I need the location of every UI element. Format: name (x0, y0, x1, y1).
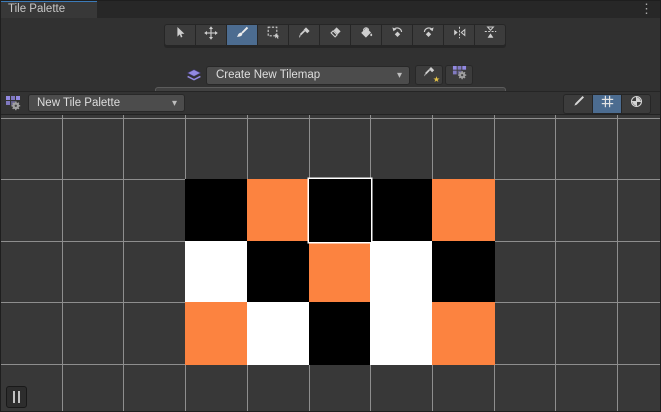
rotate-ccw-tool-button[interactable] (382, 25, 412, 45)
palette-tile-white[interactable] (370, 302, 433, 365)
active-tilemap-value: Create New Tilemap (216, 69, 320, 81)
pick-new-tile-button[interactable]: ★ (415, 65, 443, 85)
grid-line-vertical (617, 115, 618, 412)
palette-view-buttons (563, 94, 651, 114)
grid-line-horizontal (0, 118, 661, 119)
grid-line-vertical (123, 115, 124, 412)
paint-tools-row (164, 24, 506, 48)
brush-icon (236, 26, 249, 44)
chevron-down-icon: ▾ (172, 95, 177, 112)
tile-grid-icon (452, 65, 467, 85)
palette-zoom-handle[interactable] (6, 386, 27, 408)
flip-x-tool-button[interactable] (444, 25, 474, 45)
palette-tile-black[interactable] (309, 302, 372, 365)
move-tool-button[interactable] (196, 25, 226, 45)
grid-line-vertical (62, 115, 63, 412)
palette-tile-orange[interactable] (309, 241, 372, 304)
tab-bar: Tile Palette ⋮ (0, 0, 661, 18)
tilemap-buttons: ★ (415, 65, 473, 85)
grid-line-vertical (0, 115, 1, 412)
grid-line-vertical (555, 115, 556, 412)
select-tool-button[interactable] (165, 25, 195, 45)
pick-tool-button[interactable] (289, 25, 319, 45)
palette-tile-black[interactable] (185, 179, 248, 242)
active-tilemap-row: Create New Tilemap ▾ ★ (0, 65, 661, 86)
palette-tile-orange[interactable] (247, 179, 310, 242)
tab-tile-palette[interactable]: Tile Palette (0, 0, 97, 18)
flip-y-tool-button[interactable] (475, 25, 505, 45)
move-icon (204, 26, 218, 45)
flip-horizontal-icon (453, 26, 466, 44)
tilemap-focus-button[interactable] (445, 65, 473, 85)
grid-icon (601, 95, 614, 113)
gizmos-button[interactable] (622, 95, 650, 113)
palette-tile-orange[interactable] (185, 302, 248, 365)
gizmo-icon (630, 95, 643, 113)
palette-tile-black[interactable] (309, 179, 372, 242)
palette-tile-white[interactable] (370, 241, 433, 304)
palette-dropdown[interactable]: New Tile Palette ▾ (28, 94, 185, 112)
palette-tile-white[interactable] (185, 241, 248, 304)
palette-tile-black[interactable] (247, 241, 310, 304)
flip-vertical-icon (484, 26, 497, 44)
box-fill-tool-button[interactable] (258, 25, 288, 45)
eraser-icon (329, 26, 342, 44)
palette-dropdown-value: New Tile Palette (37, 97, 120, 109)
kebab-menu-icon[interactable]: ⋮ (640, 1, 653, 16)
rotate-cw-tool-button[interactable] (413, 25, 443, 45)
tilemap-layers-icon (186, 69, 202, 82)
active-tilemap-dropdown[interactable]: Create New Tilemap ▾ (206, 66, 410, 85)
erase-tool-button[interactable] (320, 25, 350, 45)
edit-palette-button[interactable] (564, 95, 592, 113)
palette-tile-black[interactable] (370, 179, 433, 242)
rotate-ccw-icon (391, 26, 404, 44)
tab-title: Tile Palette (8, 3, 65, 15)
palette-tile-orange[interactable] (432, 179, 495, 242)
rotate-cw-icon (422, 26, 435, 44)
palette-bar: New Tile Palette ▾ (0, 91, 661, 115)
chevron-down-icon: ▾ (397, 67, 402, 84)
cursor-icon (174, 26, 186, 44)
toggle-grid-button[interactable] (593, 95, 621, 113)
palette-grid[interactable] (0, 115, 661, 412)
star-icon: ★ (433, 76, 440, 84)
box-select-icon (267, 26, 280, 44)
tile-palette-toolbar: Create New Tilemap ▾ ★ ! To start painti… (0, 18, 661, 91)
palette-tile-black[interactable] (432, 241, 495, 304)
eyedropper-icon (298, 26, 311, 44)
fill-tool-button[interactable] (351, 25, 381, 45)
tile-palette-asset-icon (5, 95, 21, 111)
paint-tool-button[interactable] (227, 25, 257, 45)
palette-tile-orange[interactable] (432, 302, 495, 365)
palette-tile-white[interactable] (247, 302, 310, 365)
pencil-icon (572, 95, 585, 113)
bucket-icon (360, 26, 373, 44)
